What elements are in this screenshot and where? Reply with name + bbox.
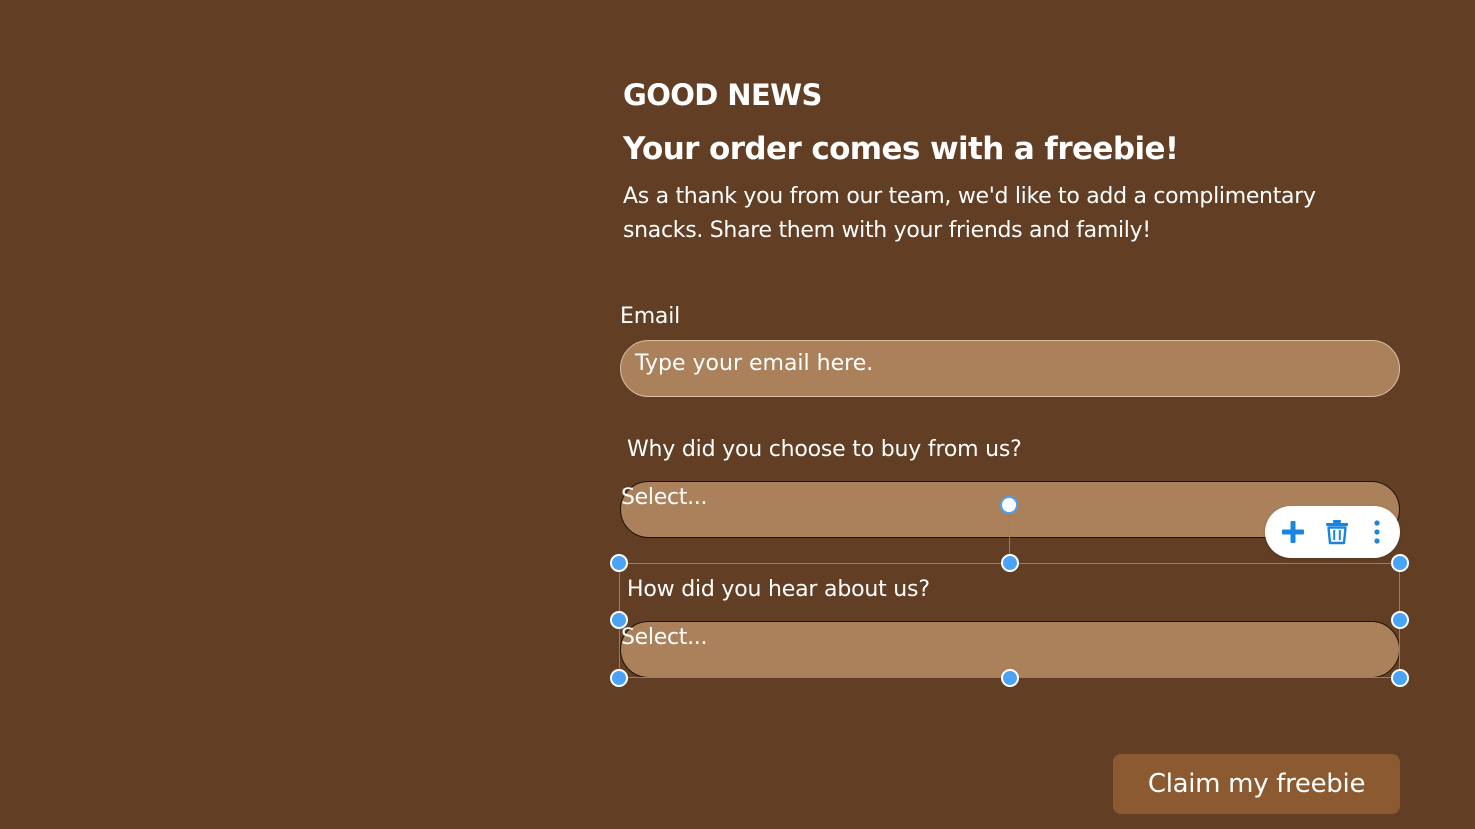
resize-handle-right[interactable] (1391, 611, 1409, 629)
resize-handle-bottom-left[interactable] (610, 669, 628, 687)
more-options-button[interactable] (1361, 516, 1393, 548)
headline: Your order comes with a freebie! (623, 131, 1179, 167)
add-element-button[interactable] (1277, 516, 1309, 548)
body-text: As a thank you from our team, we'd like … (623, 184, 1316, 243)
element-toolbar (1265, 506, 1400, 558)
resize-handle-top-right[interactable] (1391, 554, 1409, 572)
resize-handle-left[interactable] (610, 611, 628, 629)
resize-handle-top-left[interactable] (610, 554, 628, 572)
why-buy-select-value: Select... (621, 485, 708, 510)
more-vertical-icon (1374, 520, 1380, 544)
email-label: Email (620, 304, 681, 329)
resize-handle-bottom-right[interactable] (1391, 669, 1409, 687)
resize-handle-bottom[interactable] (1001, 669, 1019, 687)
selection-frame (619, 563, 1400, 678)
email-field[interactable]: Type your email here. (620, 340, 1400, 397)
trash-icon (1326, 520, 1348, 545)
rotate-handle[interactable] (1000, 496, 1018, 514)
eyebrow-heading: GOOD NEWS (623, 78, 822, 112)
claim-freebie-button[interactable]: Claim my freebie (1113, 754, 1400, 814)
why-buy-label: Why did you choose to buy from us? (627, 437, 1022, 462)
resize-handle-top[interactable] (1001, 554, 1019, 572)
plus-icon (1282, 521, 1304, 543)
delete-element-button[interactable] (1321, 516, 1353, 548)
